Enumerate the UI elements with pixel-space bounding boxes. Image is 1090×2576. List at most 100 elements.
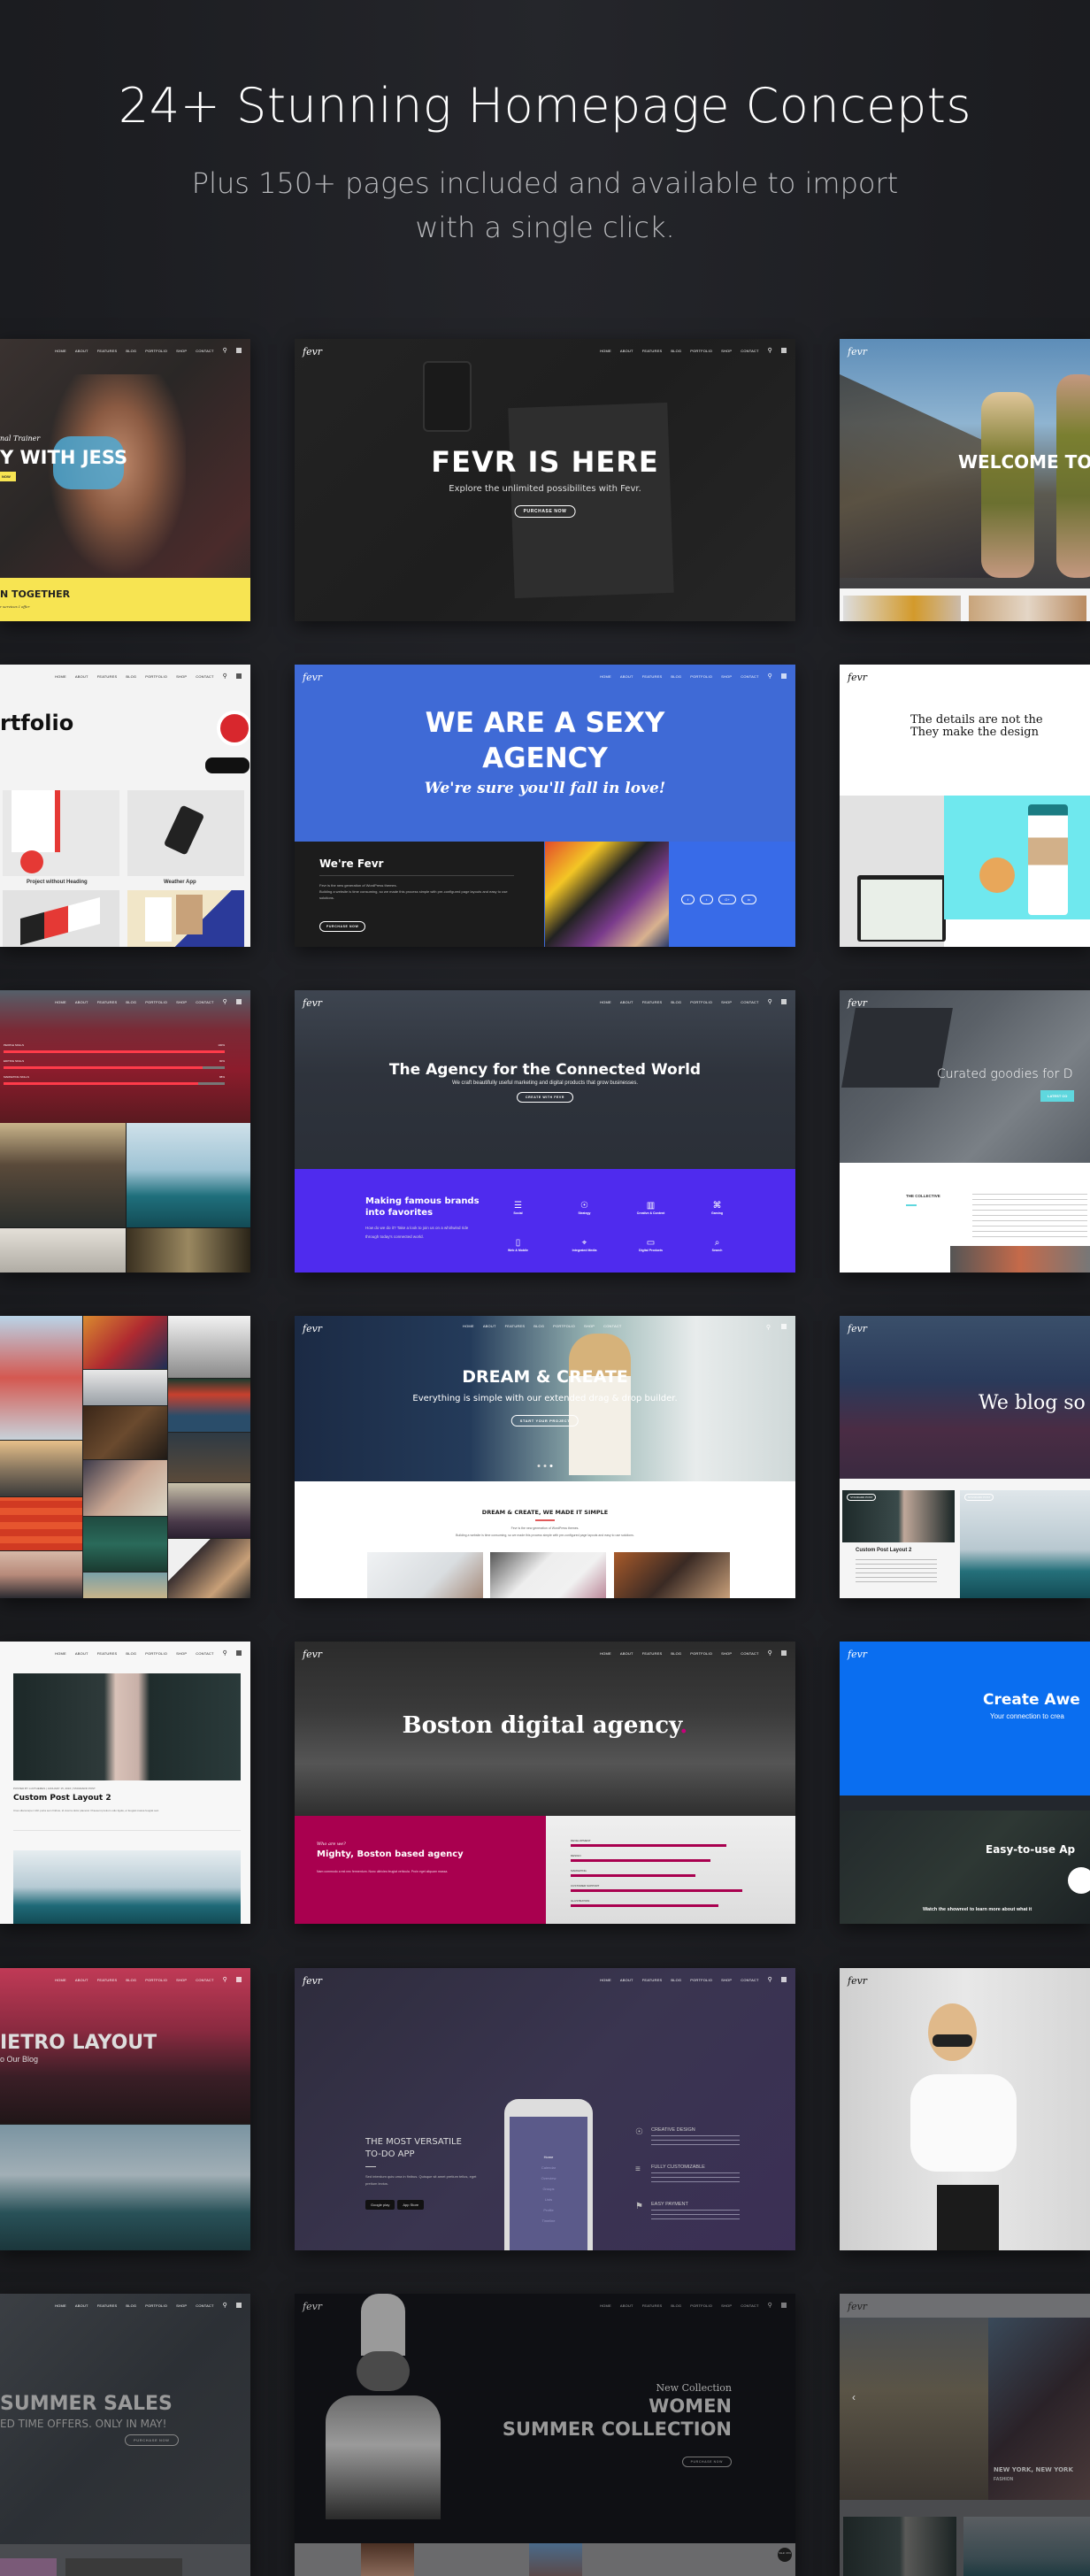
product-thumb[interactable] — [361, 2543, 414, 2576]
nav-contact[interactable]: CONTACT — [196, 1000, 213, 1004]
nav-blog[interactable]: BLOG — [126, 349, 136, 353]
nav-features[interactable]: FEATURES — [97, 2303, 118, 2308]
thumb-we-blog[interactable]: fevr We blog so STANDARD POST Custom Pos… — [840, 1316, 1090, 1598]
portfolio-item[interactable] — [3, 790, 119, 876]
post-title[interactable]: Custom Post Layout 2 — [856, 1548, 911, 1553]
nav-shop[interactable]: SHOP — [176, 1651, 187, 1656]
nav-blog[interactable]: BLOG — [671, 349, 681, 353]
post-image[interactable]: STANDARD POST — [960, 1490, 1090, 1598]
service-item[interactable]: ⌘ Gaming — [684, 1201, 750, 1215]
nav-about[interactable]: ABOUT — [620, 1000, 633, 1004]
logo[interactable]: fevr — [303, 1323, 322, 1334]
nav-portfolio[interactable]: PORTFOLIO — [145, 1651, 167, 1656]
logo[interactable]: fevr — [848, 997, 867, 1009]
thumb-blog-post[interactable]: HOME ABOUT FEATURES BLOG PORTFOLIO SHOP … — [0, 1642, 250, 1924]
post-image[interactable] — [13, 1673, 241, 1780]
post-image[interactable] — [843, 2517, 956, 2576]
product-thumb[interactable] — [65, 2558, 182, 2576]
nav-blog[interactable]: BLOG — [126, 674, 136, 679]
nav-shop[interactable]: SHOP — [721, 1978, 732, 1982]
nav-portfolio[interactable]: PORTFOLIO — [690, 349, 712, 353]
slider-dot[interactable] — [537, 1465, 541, 1467]
grid-menu-icon[interactable] — [781, 2303, 787, 2308]
nav-about[interactable]: ABOUT — [620, 2303, 633, 2308]
post-title[interactable]: Custom Post Layout 2 — [13, 1794, 111, 1803]
thumb-curated[interactable]: fevr Curated goodies for D LATEST CO THE… — [840, 990, 1090, 1273]
nav-shop[interactable]: SHOP — [176, 2303, 187, 2308]
twitter-icon[interactable]: t — [700, 895, 714, 904]
nav-contact[interactable]: CONTACT — [196, 674, 213, 679]
nav-shop[interactable]: SHOP — [584, 1324, 595, 1328]
nav-contact[interactable]: CONTACT — [603, 1324, 621, 1328]
nav-blog[interactable]: BLOG — [126, 1000, 136, 1004]
post-image[interactable]: STANDARD POST — [842, 1490, 955, 1542]
nav-blog[interactable]: BLOG — [126, 1651, 136, 1656]
logo[interactable]: fevr — [848, 346, 867, 358]
grid-menu-icon[interactable] — [781, 673, 787, 679]
grid-menu-icon[interactable] — [781, 1650, 787, 1656]
logo[interactable]: fevr — [303, 672, 322, 683]
post-image[interactable] — [13, 1850, 241, 1924]
nav-portfolio[interactable]: PORTFOLIO — [690, 1978, 712, 1982]
nav-features[interactable]: FEATURES — [97, 674, 118, 679]
nav-blog[interactable]: BLOG — [671, 1978, 681, 1982]
thumb-details[interactable]: fevr The details are not the They make t… — [840, 665, 1090, 947]
thumb-fashion-model[interactable]: fevr — [840, 1968, 1090, 2250]
nav-blog[interactable]: BLOG — [671, 1651, 681, 1656]
nav-about[interactable]: ABOUT — [75, 349, 88, 353]
nav-home[interactable]: HOME — [463, 1324, 474, 1328]
nav-portfolio[interactable]: PORTFOLIO — [145, 349, 167, 353]
logo[interactable]: fevr — [303, 1975, 322, 1987]
nav-portfolio[interactable]: PORTFOLIO — [690, 1000, 712, 1004]
nav-home[interactable]: HOME — [55, 674, 66, 679]
nav-blog[interactable]: BLOG — [126, 1978, 136, 1982]
logo[interactable]: fevr — [848, 1323, 867, 1334]
create-button[interactable]: CREATE WITH FEVR — [517, 1092, 573, 1103]
thumb-metro[interactable]: HOME ABOUT FEATURES BLOG PORTFOLIO SHOP … — [0, 1968, 250, 2250]
latest-button[interactable]: LATEST CO — [1040, 1090, 1075, 1102]
chevron-left-icon[interactable]: ‹ — [852, 2391, 856, 2403]
thumb-sexy-agency[interactable]: fevr HOME ABOUT FEATURES BLOG PORTFOLIO … — [295, 665, 795, 947]
cta-button[interactable]: NOW — [0, 472, 16, 481]
nav-shop[interactable]: SHOP — [721, 349, 732, 353]
search-icon[interactable]: ⚲ — [766, 1324, 771, 1331]
portfolio-item[interactable] — [3, 890, 119, 947]
slider-dot[interactable] — [543, 1465, 547, 1467]
post-image[interactable] — [963, 2517, 1090, 2576]
start-project-button[interactable]: START YOUR PROJECT — [510, 1415, 580, 1426]
nav-contact[interactable]: CONTACT — [196, 1651, 213, 1656]
logo[interactable]: fevr — [303, 997, 322, 1009]
product-thumb[interactable] — [969, 596, 1086, 621]
search-icon[interactable]: ⚲ — [768, 347, 772, 354]
nav-features[interactable]: FEATURES — [97, 1978, 118, 1982]
nav-shop[interactable]: SHOP — [176, 1978, 187, 1982]
purchase-button[interactable]: PURCHASE NOW — [319, 921, 366, 932]
grid-menu-icon[interactable] — [236, 2303, 242, 2308]
nav-home[interactable]: HOME — [600, 349, 611, 353]
nav-about[interactable]: ABOUT — [75, 1978, 88, 1982]
nav-about[interactable]: ABOUT — [75, 2303, 88, 2308]
slider-dot[interactable] — [549, 1465, 553, 1467]
nav-blog[interactable]: BLOG — [671, 2303, 681, 2308]
thumb-portfolio[interactable]: HOME ABOUT FEATURES BLOG PORTFOLIO SHOP … — [0, 665, 250, 947]
nav-about[interactable]: ABOUT — [620, 349, 633, 353]
nav-shop[interactable]: SHOP — [721, 674, 732, 679]
service-item[interactable]: ☰ Social — [485, 1201, 551, 1215]
grid-menu-icon[interactable] — [236, 999, 242, 1004]
grid-menu-icon[interactable] — [236, 348, 242, 353]
service-item[interactable]: ⌖ Integrated Media — [551, 1238, 618, 1252]
nav-features[interactable]: FEATURES — [642, 674, 663, 679]
nav-about[interactable]: ABOUT — [75, 1000, 88, 1004]
grid-menu-icon[interactable] — [236, 673, 242, 679]
logo[interactable]: fevr — [303, 2301, 322, 2312]
nav-portfolio[interactable]: PORTFOLIO — [145, 2303, 167, 2308]
nav-features[interactable]: FEATURES — [642, 1651, 663, 1656]
thumb-new-york[interactable]: fevr ‹ NEW YORK, NEW YORK FASHION — [840, 2294, 1090, 2576]
search-icon[interactable]: ⚲ — [223, 673, 227, 680]
service-item[interactable]: ☉ Strategy — [551, 1201, 618, 1215]
nav-contact[interactable]: CONTACT — [741, 1978, 758, 1982]
nav-blog[interactable]: BLOG — [126, 2303, 136, 2308]
grid-menu-icon[interactable] — [236, 1650, 242, 1656]
google-play-button[interactable]: Google play — [365, 2200, 395, 2210]
thumb-fevr-is-here[interactable]: fevr HOME ABOUT FEATURES BLOG PORTFOLIO … — [295, 339, 795, 621]
